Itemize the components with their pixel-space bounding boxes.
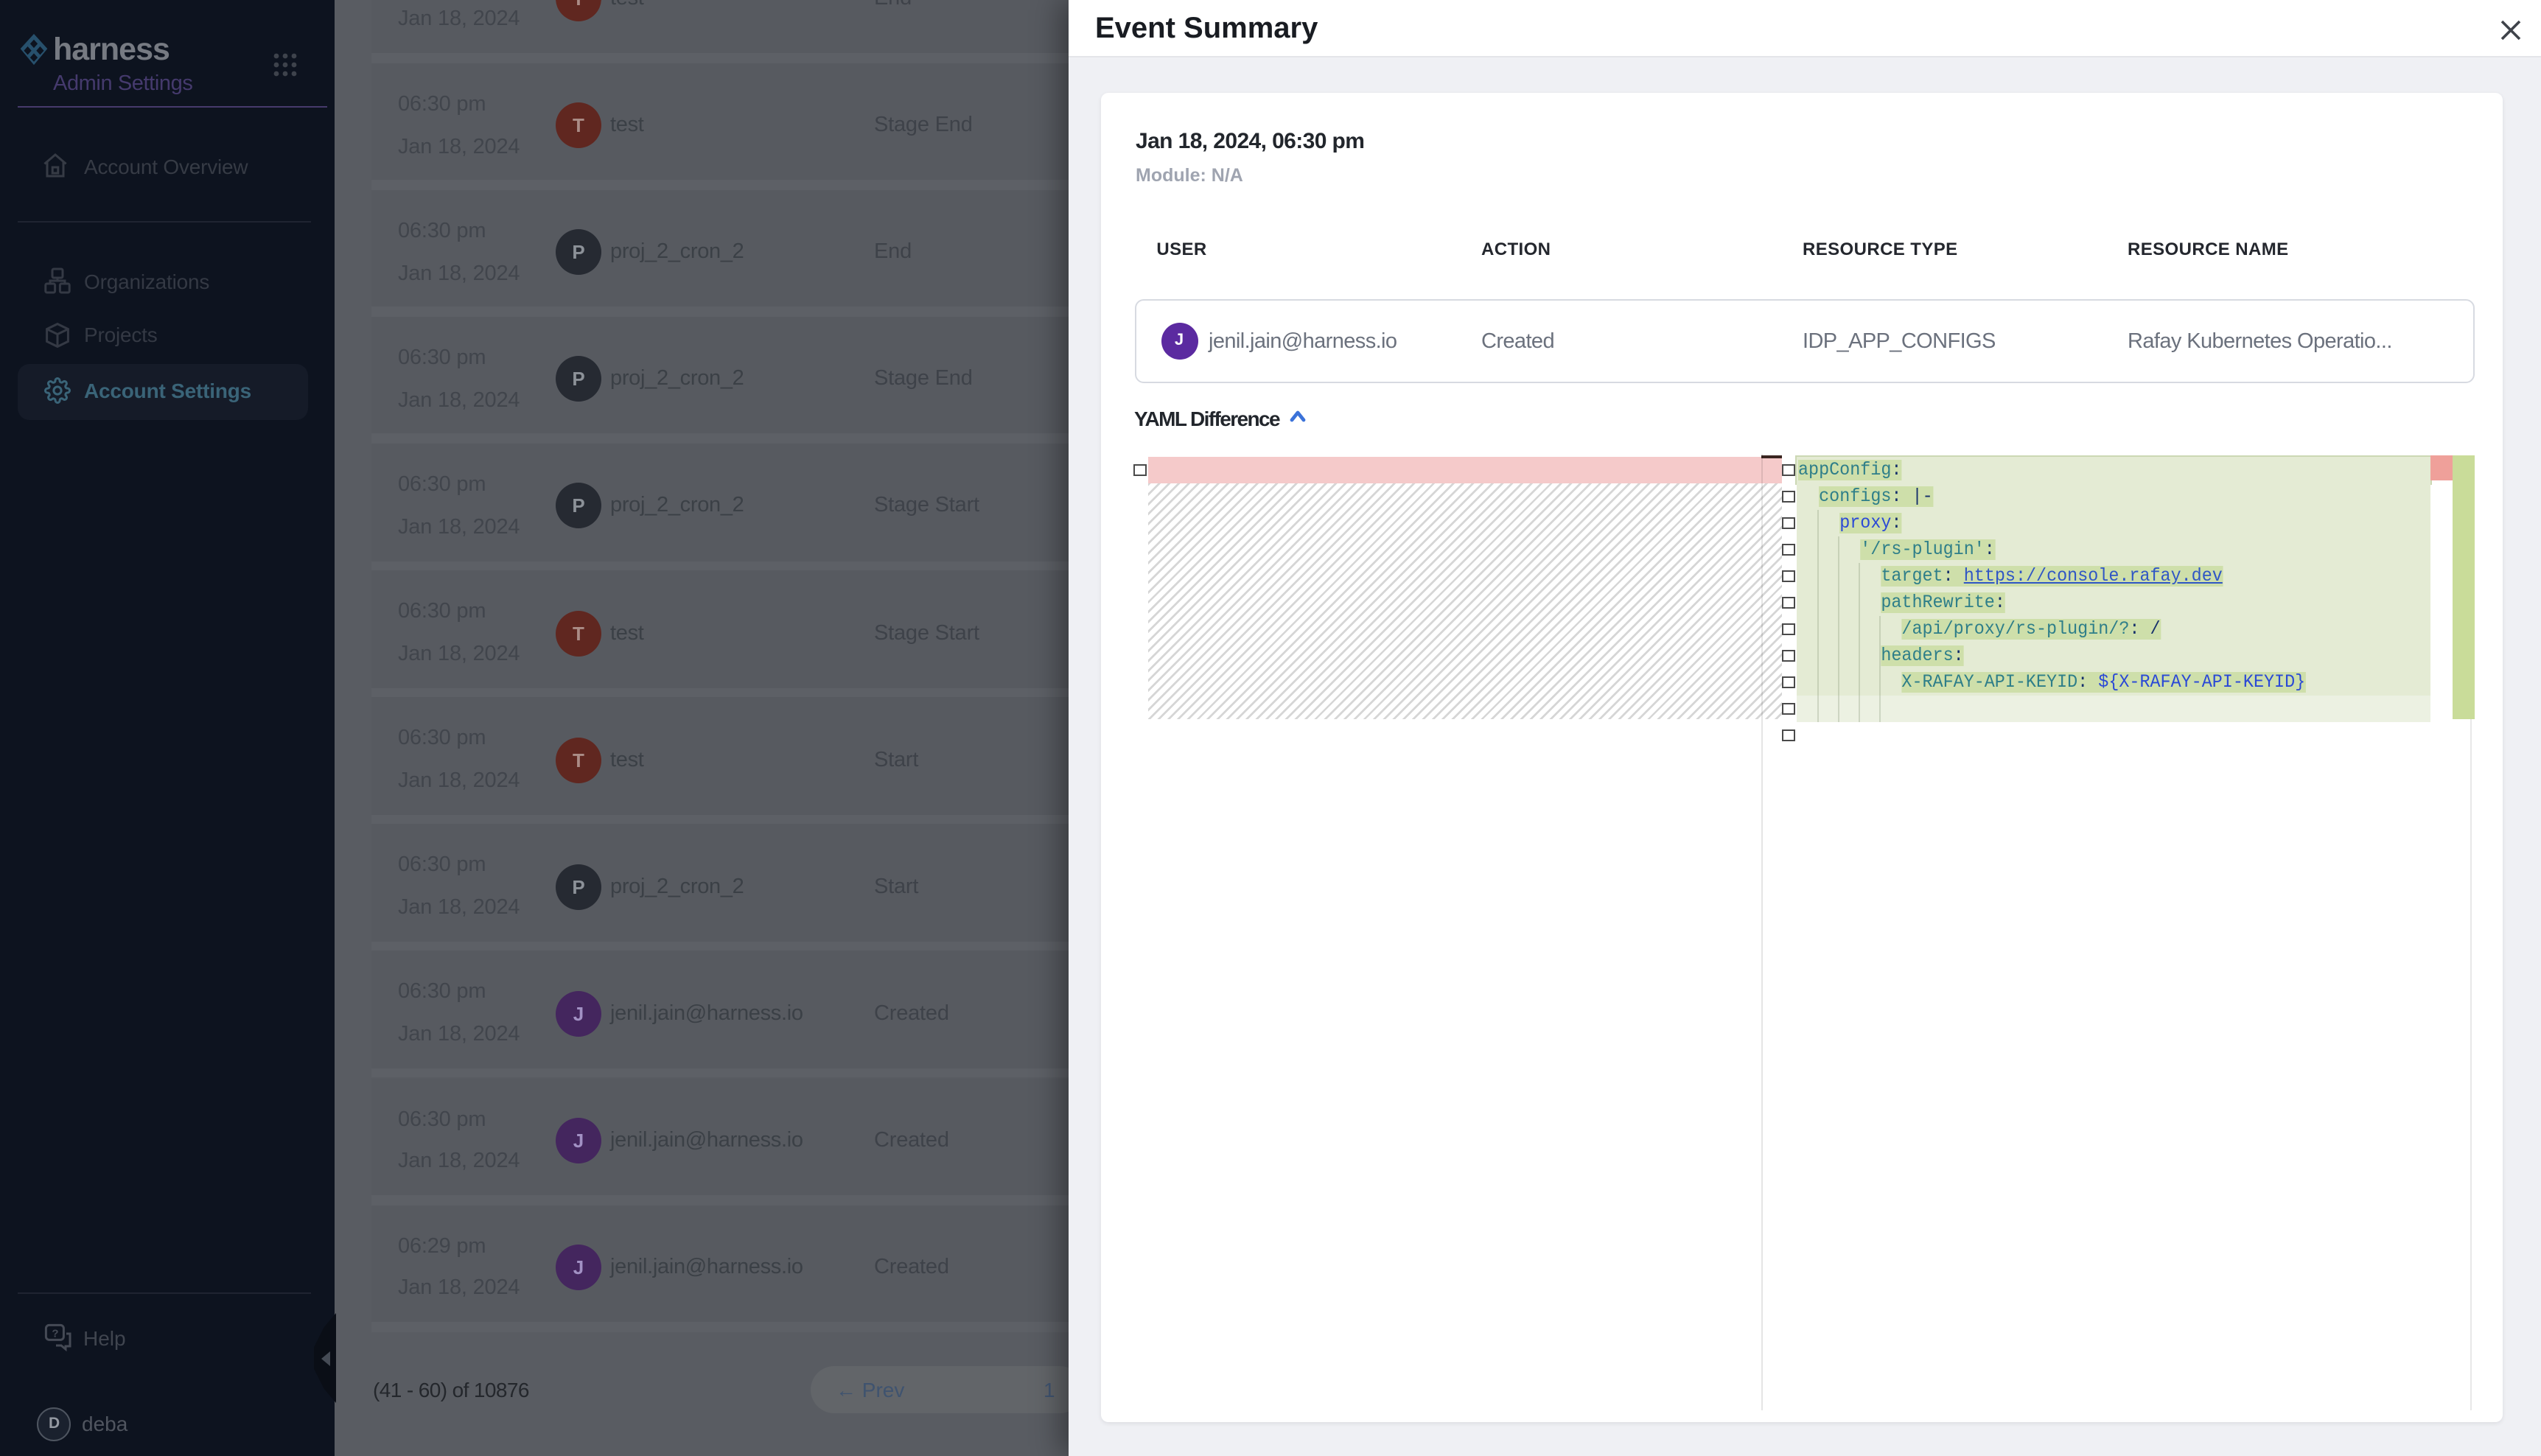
svg-text:?: ?	[52, 1328, 58, 1340]
